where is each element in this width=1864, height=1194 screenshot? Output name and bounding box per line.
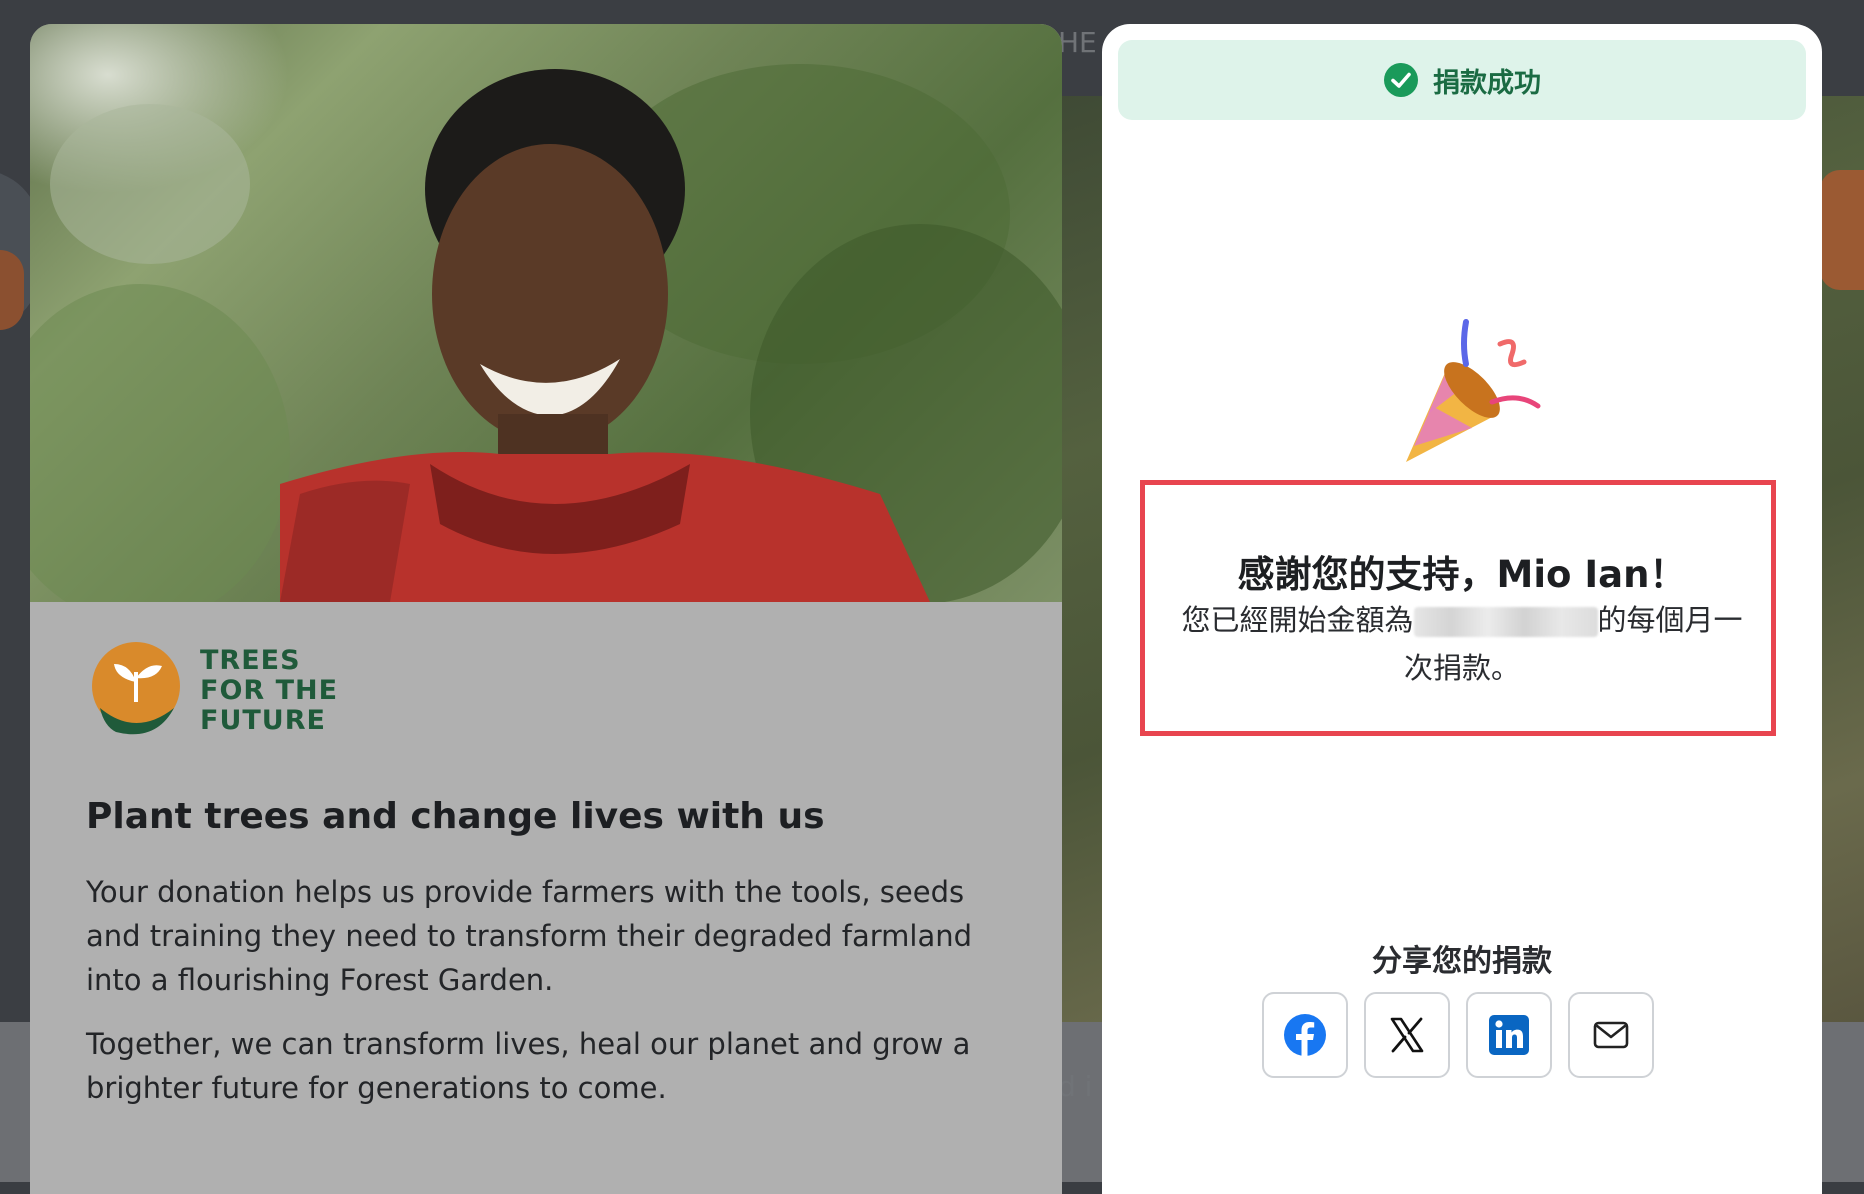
share-facebook-button[interactable]	[1262, 992, 1348, 1078]
campaign-description-2: Together, we can transform lives, heal o…	[86, 1027, 971, 1105]
check-circle-icon	[1384, 63, 1418, 97]
campaign-description-1: Your donation helps us provide farmers w…	[86, 875, 973, 997]
donation-confirmation-message: 您已經開始金額為 的每個月一次捐款。	[1181, 603, 1743, 685]
org-name: TREES FOR THE FUTURE	[200, 645, 339, 736]
share-linkedin-button[interactable]	[1466, 992, 1552, 1078]
success-text: 捐款成功	[1433, 67, 1541, 99]
linkedin-icon	[1489, 1015, 1529, 1055]
success-banner: 捐款成功	[1118, 40, 1806, 120]
trees-for-the-future-logo	[92, 642, 180, 735]
email-icon	[1593, 1021, 1629, 1049]
backdrop-orange-accent	[1820, 170, 1864, 290]
person-illustration	[280, 69, 930, 602]
backdrop-body-text: d i	[1058, 1070, 1093, 1103]
share-email-button[interactable]	[1568, 992, 1654, 1078]
party-popper-icon	[1406, 319, 1541, 462]
campaign-title: Plant trees and change lives with us	[86, 796, 825, 837]
donation-success-panel: 捐款成功 感謝您的支持，Mio Ian！ 您已經開始金額為 的每個月一次捐款。 分…	[1102, 24, 1822, 1194]
redacted-amount	[1413, 607, 1598, 637]
campaign-photo	[30, 24, 1062, 602]
share-x-button[interactable]	[1364, 992, 1450, 1078]
x-icon	[1390, 1017, 1424, 1053]
thanks-title: 感謝您的支持，Mio Ian！	[1237, 553, 1687, 596]
share-title: 分享您的捐款	[1372, 944, 1552, 979]
campaign-card: TREES FOR THE FUTURE Plant trees and cha…	[30, 24, 1062, 1194]
backdrop-orange-fragment	[0, 250, 24, 330]
backdrop-header-text: HE	[1058, 26, 1097, 59]
facebook-icon	[1284, 1014, 1326, 1056]
share-buttons	[1262, 992, 1654, 1078]
